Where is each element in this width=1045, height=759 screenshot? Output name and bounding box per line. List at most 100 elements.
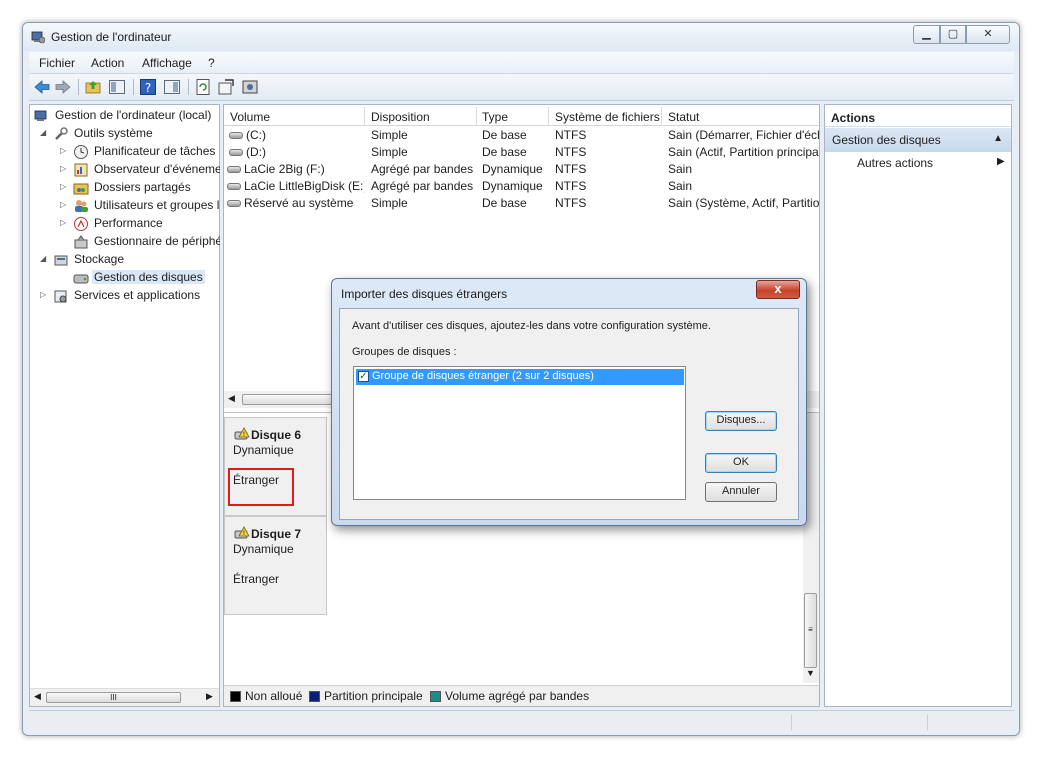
disk-settings-icon[interactable] (241, 78, 259, 96)
menu-affichage[interactable]: Affichage (142, 56, 192, 70)
maximize-button[interactable]: ▢ (940, 25, 966, 44)
svg-text:!: ! (243, 431, 245, 438)
legend-label: Non alloué (245, 689, 303, 703)
computer-management-icon (31, 31, 45, 44)
disk-name: Disque 6 (251, 428, 302, 442)
show-action-pane-icon[interactable] (163, 78, 181, 96)
scrollbar-thumb[interactable]: ≡ (804, 593, 817, 668)
shared-folder-icon (73, 183, 89, 195)
toolbar: ? (29, 74, 1014, 101)
tree-item-root[interactable]: Gestion de l'ordinateur (local) (34, 107, 220, 125)
legend-label: Volume agrégé par bandes (445, 689, 590, 703)
tree-item-storage[interactable]: ◢ Stockage (38, 251, 220, 269)
help-icon[interactable]: ? (139, 78, 157, 96)
menu-fichier[interactable]: Fichier (39, 56, 75, 70)
tree-item-device-manager[interactable]: Gestionnaire de périphé (58, 233, 220, 251)
tree-item-system-tools[interactable]: ◢ Outils système (38, 125, 220, 143)
collapse-up-arrow-icon[interactable]: ▲ (993, 133, 1003, 144)
expand-arrow-icon[interactable]: ▷ (60, 146, 68, 155)
volume-icon (227, 183, 241, 190)
window-title: Gestion de l'ordinateur (51, 30, 172, 44)
scrollbar-thumb[interactable]: III (46, 692, 181, 703)
tree-item-disk-management[interactable]: Gestion des disques (58, 269, 220, 287)
legend-label: Partition principale (324, 689, 423, 703)
scroll-left-arrow-icon[interactable]: ◀ (228, 393, 235, 404)
disk-group-checkbox[interactable]: ✓ (358, 371, 369, 382)
tree-item-services-apps[interactable]: ▷ Services et applications (38, 287, 220, 305)
up-folder-icon[interactable] (84, 78, 102, 96)
minimize-button[interactable]: ▁ (913, 25, 940, 44)
column-header-layout[interactable]: Disposition (371, 110, 430, 124)
dialog-body: Avant d'utiliser ces disques, ajoutez-le… (339, 308, 799, 520)
services-icon (54, 290, 67, 303)
dialog-title: Importer des disques étrangers (341, 287, 508, 301)
volume-row[interactable]: LaCie LittleBigDisk (E:) Agrégé par band… (224, 178, 819, 195)
ok-button[interactable]: OK (705, 453, 777, 473)
refresh-icon[interactable] (194, 78, 212, 96)
import-foreign-disks-dialog: Importer des disques étrangers x Avant d… (331, 278, 807, 526)
disk-group-item[interactable]: ✓ Groupe de disques étranger (2 sur 2 di… (356, 369, 684, 385)
disk-type: Dynamique (233, 542, 294, 556)
disk-management-icon (73, 274, 89, 284)
expand-arrow-icon[interactable]: ▷ (60, 182, 68, 191)
volume-row[interactable]: (C:) Simple De base NTFS Sain (Démarrer,… (224, 127, 819, 144)
tree-item-task-scheduler[interactable]: ▷ Planificateur de tâches (58, 143, 220, 161)
scrollbar-thumb[interactable] (242, 394, 332, 405)
scroll-right-arrow-icon[interactable]: ▶ (206, 691, 213, 702)
highlight-box (228, 468, 294, 506)
expand-arrow-icon[interactable]: ▷ (40, 290, 48, 299)
dialog-close-button[interactable]: x (756, 280, 800, 299)
tree-item-event-viewer[interactable]: ▷ Observateur d'événeme (58, 161, 220, 179)
column-header-volume[interactable]: Volume (230, 110, 270, 124)
volume-icon (229, 149, 243, 156)
column-header-filesystem[interactable]: Système de fichiers (555, 110, 660, 124)
tree-item-users-groups[interactable]: ▷ Utilisateurs et groupes l (58, 197, 220, 215)
more-actions-item[interactable]: Autres actions (857, 156, 933, 170)
menu-help[interactable]: ? (208, 56, 215, 70)
actions-pane: Actions Gestion des disques ▲ Autres act… (824, 104, 1012, 707)
disk-groups-list[interactable]: ✓ Groupe de disques étranger (2 sur 2 di… (353, 366, 686, 500)
volume-row[interactable]: Réservé au système Simple De base NTFS S… (224, 195, 819, 212)
collapse-arrow-icon[interactable]: ◢ (40, 254, 48, 263)
legend-swatch (430, 691, 441, 702)
disks-button[interactable]: Disques... (705, 411, 777, 431)
disk-7-label[interactable]: ! Disque 7 Dynamique Étranger (224, 516, 327, 615)
legend-swatch (230, 691, 241, 702)
collapse-arrow-icon[interactable]: ◢ (40, 128, 48, 137)
forward-arrow-icon[interactable] (54, 78, 72, 96)
show-tree-icon[interactable] (108, 78, 126, 96)
menu-action[interactable]: Action (91, 56, 124, 70)
scroll-down-arrow-icon[interactable]: ▼ (806, 668, 815, 678)
legend-bar: Non alloué Partition principale Volume a… (224, 685, 819, 706)
cancel-button[interactable]: Annuler (705, 482, 777, 502)
device-manager-icon (74, 235, 88, 249)
scroll-left-arrow-icon[interactable]: ◀ (34, 691, 41, 702)
properties-icon[interactable] (217, 78, 235, 96)
disk-group-label: Groupe de disques étranger (2 sur 2 disq… (372, 370, 594, 382)
volume-icon (229, 132, 243, 139)
actions-section-disk-management[interactable]: Gestion des disques ▲ (825, 128, 1011, 152)
disk-state: Étranger (233, 572, 280, 586)
column-header-status[interactable]: Statut (668, 110, 699, 124)
column-header-type[interactable]: Type (482, 110, 508, 124)
submenu-arrow-icon: ▶ (997, 156, 1005, 167)
title-bar: Gestion de l'ordinateur ▁ ▢ ✕ (23, 23, 1019, 51)
volume-row[interactable]: LaCie 2Big (F:) Agrégé par bandes Dynami… (224, 161, 819, 178)
menu-bar: Fichier Action Affichage ? (29, 52, 1014, 74)
tree-item-performance[interactable]: ▷ Performance (58, 215, 220, 233)
expand-arrow-icon[interactable]: ▷ (60, 164, 68, 173)
disk-name: Disque 7 (251, 527, 302, 541)
volume-icon (227, 200, 241, 207)
tree-horizontal-scrollbar[interactable]: ◀ III ▶ (30, 688, 219, 706)
disk-6-label[interactable]: ! Disque 6 Dynamique Étranger (224, 417, 327, 516)
foreign-disk-icon: ! (234, 526, 250, 539)
back-arrow-icon[interactable] (33, 78, 51, 96)
close-button[interactable]: ✕ (966, 25, 1010, 44)
expand-arrow-icon[interactable]: ▷ (60, 200, 68, 209)
expand-arrow-icon[interactable]: ▷ (60, 218, 68, 227)
disk-type: Dynamique (233, 443, 294, 457)
volume-row[interactable]: (D:) Simple De base NTFS Sain (Actif, Pa… (224, 144, 819, 161)
tree-item-shared-folders[interactable]: ▷ Dossiers partagés (58, 179, 220, 197)
performance-icon (74, 217, 88, 231)
volume-icon (227, 166, 241, 173)
